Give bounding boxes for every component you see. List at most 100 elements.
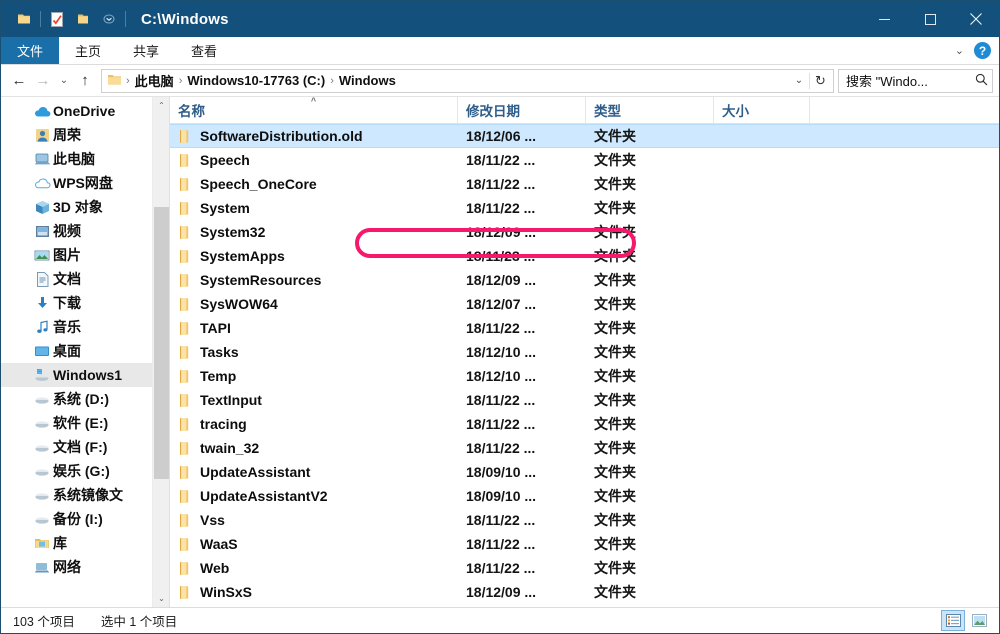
file-name-cell[interactable]: Web [170, 560, 458, 576]
file-name-label: Speech_OneCore [200, 176, 317, 192]
breadcrumb-item-1[interactable]: Windows10-17763 (C:) [183, 73, 329, 88]
table-row[interactable]: TAPI 18/11/22 ... 文件夹 [170, 316, 999, 340]
search-box[interactable]: 搜索 "Windo... [838, 68, 993, 93]
file-name-cell[interactable]: twain_32 [170, 440, 458, 456]
sidebar-item-desktop[interactable]: 桌面 [1, 339, 169, 363]
sidebar-item-drive-h[interactable]: 系统镜像文 [1, 483, 169, 507]
help-icon[interactable]: ? [974, 42, 991, 59]
file-name-cell[interactable]: TAPI [170, 320, 458, 336]
up-button[interactable]: ↑ [73, 69, 97, 93]
sidebar-item-downloads[interactable]: 下载 [1, 291, 169, 315]
expand-ribbon-chevron-down-icon[interactable]: ⌄ [955, 44, 964, 57]
address-breadcrumb-bar[interactable]: › 此电脑 › Windows10-17763 (C:) › Windows ⌄… [101, 68, 834, 93]
sidebar-item-libraries[interactable]: 库 [1, 531, 169, 555]
table-row[interactable]: System32 18/12/09 ... 文件夹 [170, 220, 999, 244]
table-row[interactable]: SoftwareDistribution.old 18/12/06 ... 文件夹 [170, 124, 999, 148]
search-input[interactable]: 搜索 "Windo... [846, 71, 972, 90]
sidebar-item-pictures[interactable]: 图片 [1, 243, 169, 267]
folder-icon [178, 393, 200, 407]
tab-home[interactable]: 主页 [59, 37, 117, 64]
table-row[interactable]: UpdateAssistant 18/09/10 ... 文件夹 [170, 460, 999, 484]
address-dropdown-chevron-down-icon[interactable]: ⌄ [789, 75, 809, 86]
table-row[interactable]: UpdateAssistantV2 18/09/10 ... 文件夹 [170, 484, 999, 508]
file-name-cell[interactable]: SystemApps [170, 248, 458, 264]
file-name-cell[interactable]: Vss [170, 512, 458, 528]
file-name-cell[interactable]: tracing [170, 416, 458, 432]
sidebar-item-drive-i[interactable]: 备份 (I:) [1, 507, 169, 531]
sidebar-item-user[interactable]: 周荣 [1, 123, 169, 147]
table-row[interactable]: Vss 18/11/22 ... 文件夹 [170, 508, 999, 532]
table-row[interactable]: SysWOW64 18/12/07 ... 文件夹 [170, 292, 999, 316]
file-name-cell[interactable]: Temp [170, 368, 458, 384]
breadcrumb-item-0[interactable]: 此电脑 [131, 71, 178, 90]
tab-file[interactable]: 文件 [1, 37, 60, 64]
table-row[interactable]: System 18/11/22 ... 文件夹 [170, 196, 999, 220]
breadcrumb-item-2[interactable]: Windows [335, 73, 400, 88]
sidebar-item-drive-g[interactable]: 娱乐 (G:) [1, 459, 169, 483]
tab-view[interactable]: 查看 [175, 37, 233, 64]
table-row[interactable]: Tasks 18/12/10 ... 文件夹 [170, 340, 999, 364]
table-row[interactable]: TextInput 18/11/22 ... 文件夹 [170, 388, 999, 412]
sidebar-item-drive-d[interactable]: 系统 (D:) [1, 387, 169, 411]
folder-pin-icon[interactable] [11, 6, 37, 32]
back-button[interactable]: ← [7, 69, 31, 93]
tab-share[interactable]: 共享 [117, 37, 175, 64]
file-name-cell[interactable]: SoftwareDistribution.old [170, 128, 458, 144]
table-row[interactable]: Temp 18/12/10 ... 文件夹 [170, 364, 999, 388]
file-name-cell[interactable]: SysWOW64 [170, 296, 458, 312]
sidebar-item-wps-cloud[interactable]: WPS网盘 [1, 171, 169, 195]
sidebar-label: 周荣 [53, 127, 81, 143]
forward-button[interactable]: → [31, 69, 55, 93]
large-icons-view-button[interactable] [967, 610, 991, 631]
folder-icon [178, 561, 200, 575]
column-header-name[interactable]: ^ 名称 [170, 97, 458, 123]
table-row[interactable]: WinSxS 18/12/09 ... 文件夹 [170, 580, 999, 604]
table-row[interactable]: Speech_OneCore 18/11/22 ... 文件夹 [170, 172, 999, 196]
sidebar-item-network[interactable]: 网络 [1, 555, 169, 579]
sidebar-item-videos[interactable]: 视频 [1, 219, 169, 243]
table-row[interactable]: Web 18/11/22 ... 文件夹 [170, 556, 999, 580]
file-name-cell[interactable]: System [170, 200, 458, 216]
maximize-button[interactable] [907, 1, 953, 37]
file-name-cell[interactable]: System32 [170, 224, 458, 240]
file-name-cell[interactable]: Speech_OneCore [170, 176, 458, 192]
refresh-icon[interactable]: ↻ [809, 72, 831, 89]
sidebar-item-documents[interactable]: 文档 [1, 267, 169, 291]
table-row[interactable]: tracing 18/11/22 ... 文件夹 [170, 412, 999, 436]
sidebar-item-onedrive[interactable]: OneDrive [1, 99, 169, 123]
close-button[interactable] [953, 1, 999, 37]
file-name-cell[interactable]: TextInput [170, 392, 458, 408]
sidebar-item-drive-f[interactable]: 文档 (F:) [1, 435, 169, 459]
file-name-cell[interactable]: UpdateAssistantV2 [170, 488, 458, 504]
scroll-down-arrow-icon[interactable]: ⌄ [153, 590, 169, 607]
file-name-cell[interactable]: SystemResources [170, 272, 458, 288]
table-row[interactable]: WaaS 18/11/22 ... 文件夹 [170, 532, 999, 556]
file-name-cell[interactable]: Tasks [170, 344, 458, 360]
sidebar-item-windows-drive[interactable]: Windows1 [1, 363, 169, 387]
column-header-date-modified[interactable]: 修改日期 [458, 97, 586, 123]
recent-locations-button[interactable]: ⌄ [55, 69, 73, 93]
sidebar-item-this-pc[interactable]: 此电脑 [1, 147, 169, 171]
properties-icon[interactable] [44, 6, 70, 32]
file-name-cell[interactable]: WinSxS [170, 584, 458, 600]
navigation-pane-scrollbar[interactable]: ⌃ ⌄ [152, 97, 169, 607]
file-name-cell[interactable]: UpdateAssistant [170, 464, 458, 480]
sidebar-item-3d-objects[interactable]: 3D 对象 [1, 195, 169, 219]
quick-access-toolbar [1, 6, 129, 32]
table-row[interactable]: SystemApps 18/11/23 ... 文件夹 [170, 244, 999, 268]
qat-chevron-down-icon[interactable] [96, 6, 122, 32]
sidebar-item-music[interactable]: 音乐 [1, 315, 169, 339]
table-row[interactable]: twain_32 18/11/22 ... 文件夹 [170, 436, 999, 460]
minimize-button[interactable] [861, 1, 907, 37]
details-view-button[interactable] [941, 610, 965, 631]
scroll-up-arrow-icon[interactable]: ⌃ [153, 97, 169, 114]
file-name-cell[interactable]: WaaS [170, 536, 458, 552]
table-row[interactable]: SystemResources 18/12/09 ... 文件夹 [170, 268, 999, 292]
column-header-type[interactable]: 类型 [586, 97, 714, 123]
file-name-cell[interactable]: Speech [170, 152, 458, 168]
scrollbar-thumb[interactable] [154, 207, 169, 479]
table-row[interactable]: Speech 18/11/22 ... 文件夹 [170, 148, 999, 172]
column-header-size[interactable]: 大小 [714, 97, 810, 123]
sidebar-item-drive-e[interactable]: 软件 (E:) [1, 411, 169, 435]
new-folder-icon[interactable] [70, 6, 96, 32]
